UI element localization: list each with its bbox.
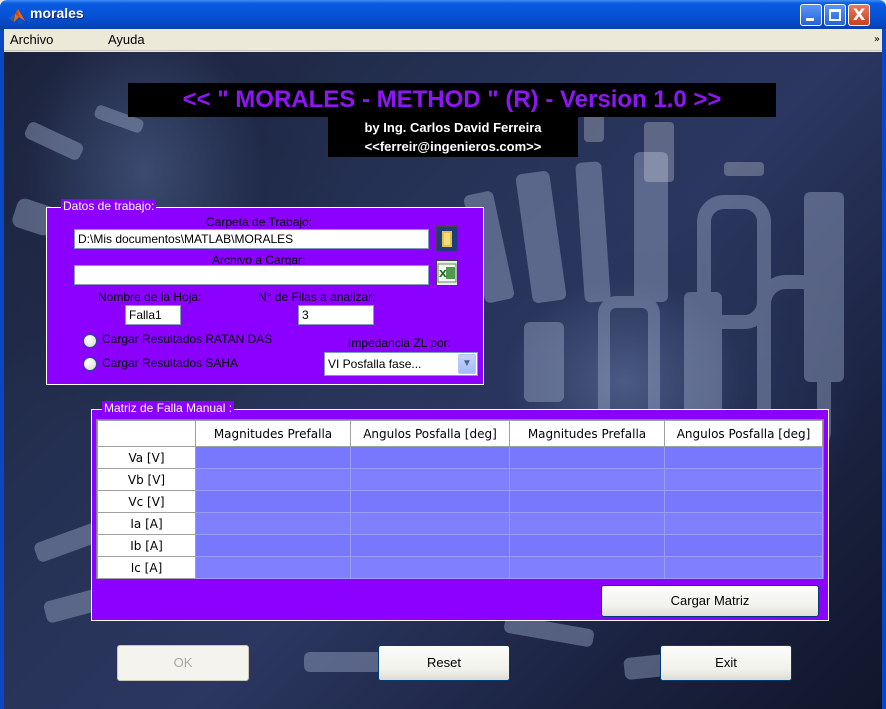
matriz-panel-title: Matriz de Falla Manual : [102,401,235,415]
impedancia-label: Impedancia ZL por: [348,336,451,350]
table-cell[interactable] [664,490,823,513]
table-cell[interactable] [509,534,665,557]
author-block: by Ing. Carlos David Ferreira <<ferreir@… [328,117,578,157]
table-cell[interactable] [195,490,351,513]
table-row: Vb [V] [97,468,823,491]
column-header[interactable]: Magnitudes Prefalla [195,420,351,447]
app-title: << " MORALES - METHOD " (R) - Version 1.… [128,83,776,117]
table-cell[interactable] [350,556,510,579]
radio-ratan[interactable] [83,334,97,348]
title-bar: morales X [0,0,886,29]
window-frame-right [882,29,886,709]
cargar-matriz-button[interactable]: Cargar Matriz [601,585,819,617]
hoja-label: Nombre de la Hoja: [98,290,202,304]
email-text: <<ferreir@ingenieros.com>> [364,139,542,154]
carpeta-input[interactable]: D:\Mis documentos\MATLAB\MORALES [74,229,429,249]
menu-ayuda[interactable]: Ayuda [108,32,145,47]
row-header: Ib [A] [97,534,196,557]
menu-archivo[interactable]: Archivo [10,32,53,47]
matriz-grid: Magnitudes Prefalla Angulos Posfalla [de… [97,420,823,579]
chevron-down-icon[interactable]: ▼ [458,354,476,374]
table-cell[interactable] [350,534,510,557]
radio-saha[interactable] [83,357,97,371]
menu-overflow-icon[interactable]: » [874,34,880,45]
table-cell[interactable] [664,468,823,491]
table-cell[interactable] [350,468,510,491]
table-cell[interactable] [350,446,510,469]
table-row: Ib [A] [97,534,823,557]
exit-button[interactable]: Exit [660,645,792,681]
radio-saha-label: Cargar Resultados SAHA [102,356,239,370]
row-header: Vb [V] [97,468,196,491]
figure-area: << " MORALES - METHOD " (R) - Version 1.… [4,52,882,709]
folder-button[interactable] [436,226,458,252]
table-cell[interactable] [509,512,665,535]
table-cell[interactable] [195,468,351,491]
table-row: Ic [A] [97,556,823,579]
table-cell[interactable] [664,556,823,579]
column-header[interactable]: Angulos Posfalla [deg] [350,420,510,447]
menu-bar: Archivo Ayuda » [4,29,882,51]
row-header: Ia [A] [97,512,196,535]
close-icon: X [852,5,866,24]
table-cell[interactable] [509,490,665,513]
row-header: Vc [V] [97,490,196,513]
table-cell[interactable] [350,512,510,535]
table-cell[interactable] [509,556,665,579]
row-header: Va [V] [97,446,196,469]
table-cell[interactable] [195,512,351,535]
table-cell[interactable] [195,446,351,469]
table-corner [97,420,196,447]
close-button[interactable]: X [848,4,870,26]
author-text: by Ing. Carlos David Ferreira [364,120,542,135]
impedancia-select[interactable]: VI Posfalla fase... ▼ [324,352,478,376]
column-header[interactable]: Angulos Posfalla [deg] [664,420,823,447]
impedancia-select-value: VI Posfalla fase... [328,357,422,371]
carpeta-label: Carpeta de Trabajo: [206,215,313,229]
folder-icon [437,227,457,251]
table-cell[interactable] [664,446,823,469]
datos-panel-title: Datos de trabajo: [61,199,157,213]
filas-label: N° de Filas a analizar: [258,290,376,304]
table-row: Va [V] [97,446,823,469]
row-header: Ic [A] [97,556,196,579]
table-cell[interactable] [509,468,665,491]
table-cell[interactable] [195,556,351,579]
minimize-icon [806,18,814,21]
column-header[interactable]: Magnitudes Prefalla [509,420,665,447]
svg-text:X: X [439,269,447,280]
hoja-input[interactable]: Falla1 [125,305,181,325]
table-cell[interactable] [195,534,351,557]
excel-icon: X [437,263,457,283]
excel-button[interactable]: X [436,260,458,286]
table-row: Vc [V] [97,490,823,513]
matriz-table[interactable]: Magnitudes Prefalla Angulos Posfalla [de… [96,419,824,579]
table-cell[interactable] [664,534,823,557]
table-row: Ia [A] [97,512,823,535]
maximize-icon [829,9,841,21]
window-title: morales [30,5,84,21]
reset-button[interactable]: Reset [378,645,510,681]
table-cell[interactable] [509,446,665,469]
ok-button[interactable]: OK [117,645,249,681]
radio-ratan-label: Cargar Resultados RATAN DAS [102,332,273,346]
filas-input[interactable]: 3 [298,305,374,325]
archivo-input[interactable] [74,265,429,285]
table-cell[interactable] [664,512,823,535]
maximize-button[interactable] [824,4,846,26]
minimize-button[interactable] [800,4,822,26]
table-cell[interactable] [350,490,510,513]
matlab-icon [9,9,25,22]
